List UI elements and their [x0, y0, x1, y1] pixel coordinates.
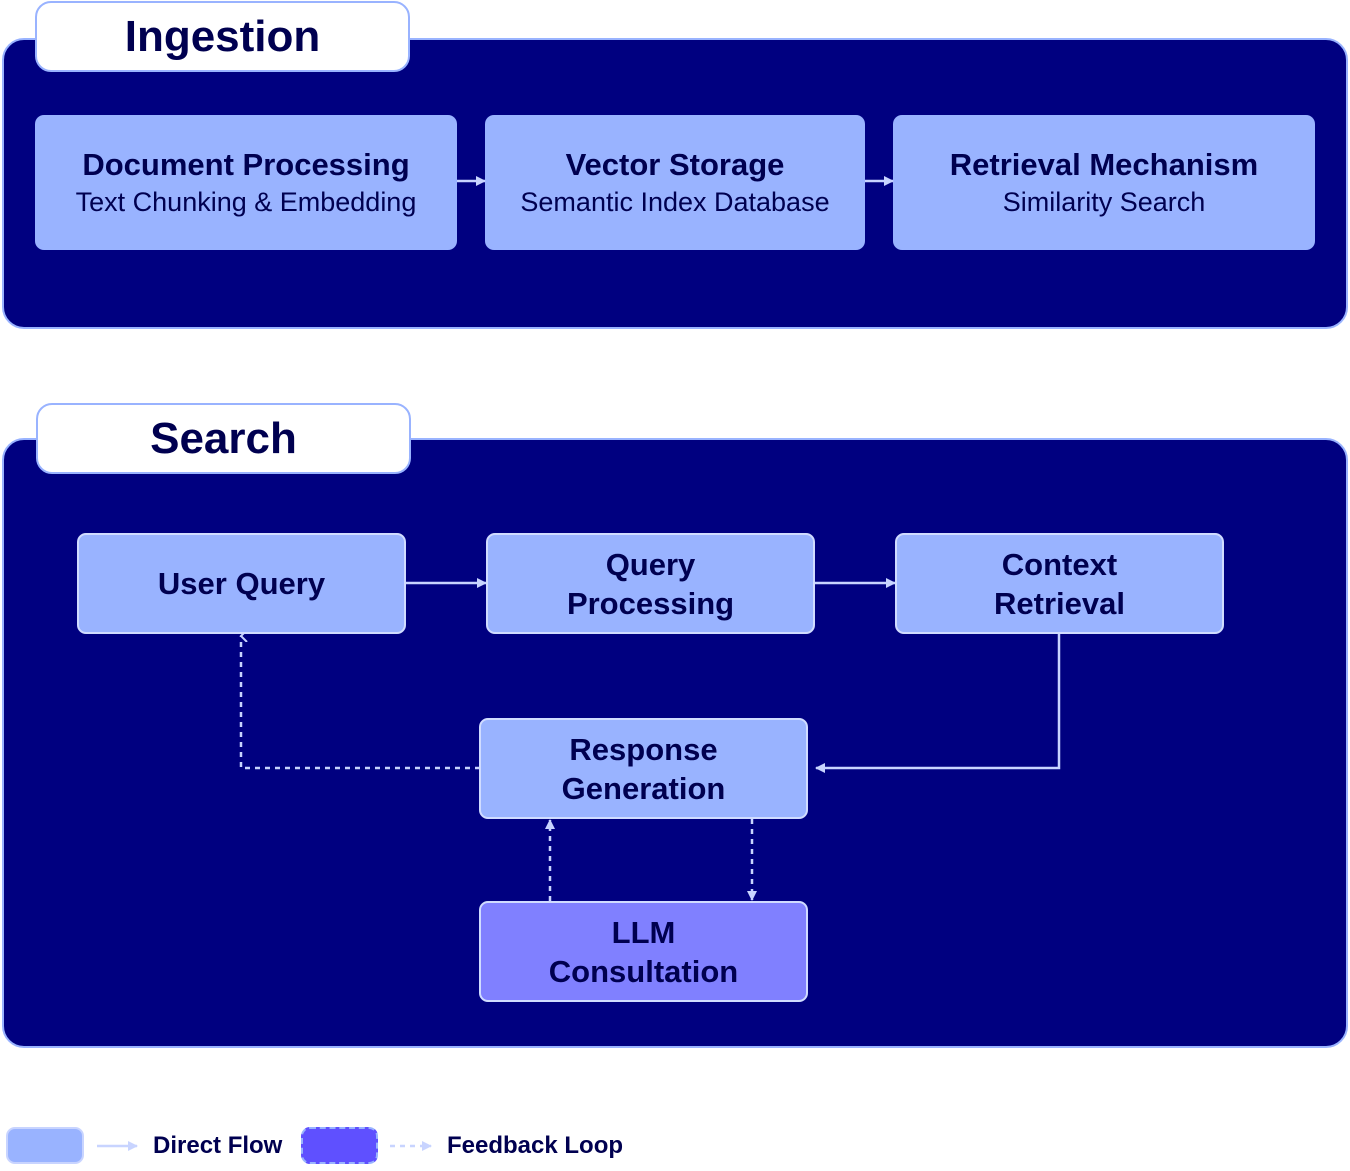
edge-context-to-response	[815, 634, 1061, 773]
node-title-line: Context	[1001, 546, 1118, 582]
legend-feedback-label: Feedback Loop	[447, 1132, 624, 1159]
node-response-generation[interactable]: Response Generation	[479, 718, 808, 819]
legend-direct-swatch	[6, 1127, 84, 1164]
node-llm-consultation[interactable]: LLM Consultation	[479, 901, 808, 1002]
legend-direct-label: Direct Flow	[153, 1132, 283, 1159]
node-title-line: Processing	[566, 585, 735, 621]
node-title-line: Query	[605, 546, 696, 582]
node-title-line: Retrieval	[994, 585, 1125, 621]
node-title-line: Generation	[561, 770, 726, 806]
legend-feedback-swatch	[301, 1127, 378, 1164]
node-user-query[interactable]: User Query	[77, 533, 406, 634]
node-title-line: Response	[569, 731, 718, 767]
node-title: User Query	[157, 566, 326, 601]
node-title-line: Consultation	[548, 953, 739, 989]
node-query-processing[interactable]: Query Processing	[486, 533, 815, 634]
node-context-retrieval[interactable]: Context Retrieval	[895, 533, 1224, 634]
edge-response-to-user-feedback	[241, 636, 480, 770]
node-title-line: LLM	[611, 914, 676, 950]
